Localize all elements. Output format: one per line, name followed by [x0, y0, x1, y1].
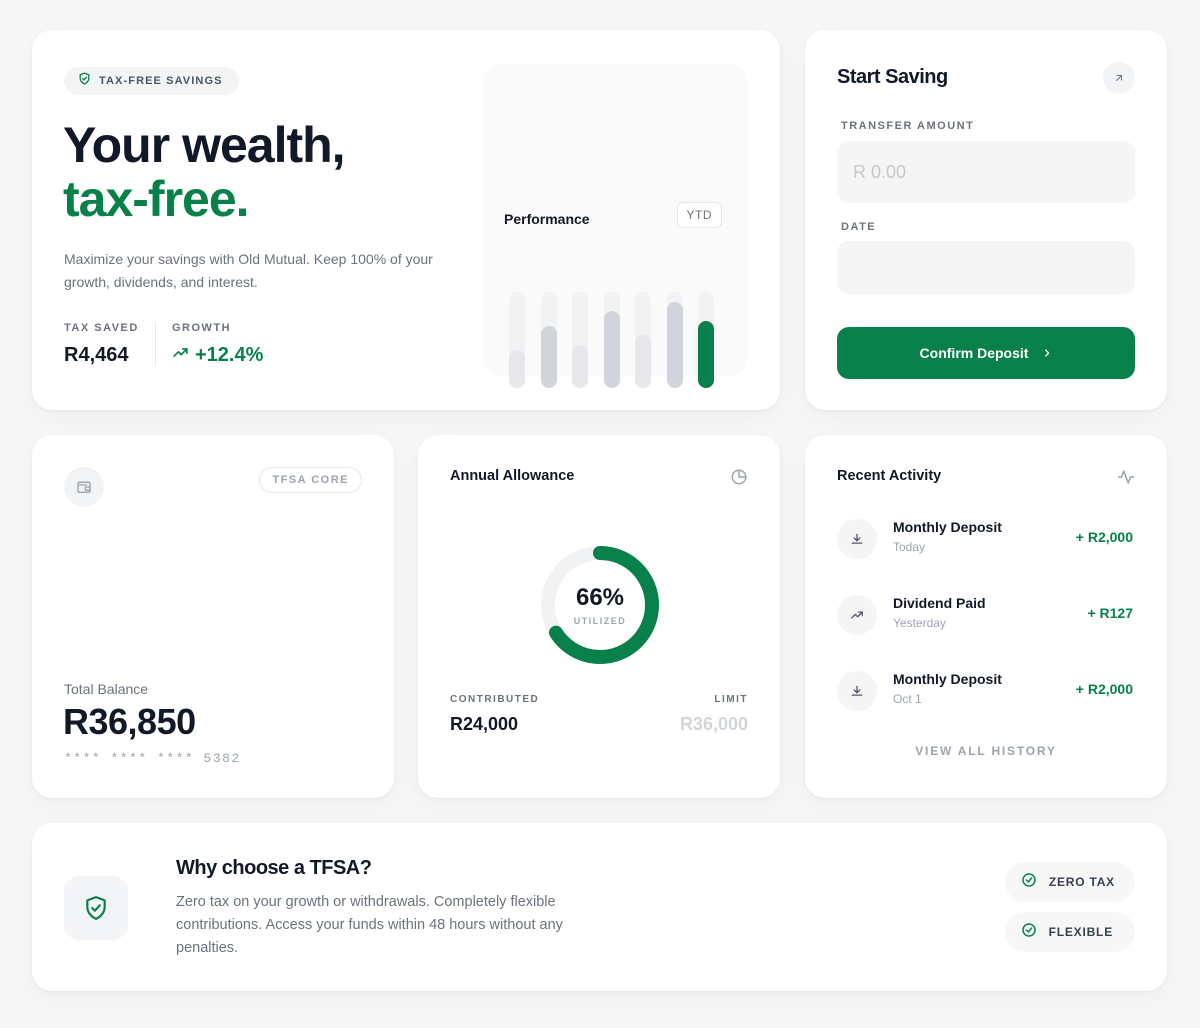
activity-amount: + R2,000 — [1075, 529, 1133, 545]
performance-bar-track — [540, 292, 557, 388]
activity-amount: + R127 — [1087, 605, 1133, 621]
tax-free-badge: TAX-FREE SAVINGS — [64, 67, 239, 95]
activity-title: Dividend Paid — [893, 595, 986, 611]
performance-title: Performance — [504, 211, 590, 227]
badge-label: TAX-FREE SAVINGS — [99, 75, 223, 87]
limit-label: LIMIT — [714, 694, 748, 705]
confirm-deposit-label: Confirm Deposit — [919, 345, 1029, 361]
donut-center: 66% UTILIZED — [538, 543, 662, 667]
check-circle-icon — [1021, 922, 1037, 943]
activity-item[interactable]: Dividend Paid Yesterday + R127 — [837, 593, 1135, 637]
start-saving-card: Start Saving TRANSFER AMOUNT DATE Confir… — [805, 30, 1167, 410]
activity-pulse-icon — [1117, 468, 1135, 491]
view-all-history-link[interactable]: VIEW ALL HISTORY — [805, 744, 1167, 758]
why-tfsa-card: Why choose a TFSA? Zero tax on your grow… — [32, 823, 1167, 991]
why-tfsa-description: Zero tax on your growth or withdrawals. … — [176, 894, 563, 956]
performance-bar-track — [572, 292, 588, 388]
growth-value-row: +12.4% — [172, 344, 263, 367]
check-circle-icon — [1021, 872, 1037, 893]
stat-divider — [155, 322, 156, 366]
period-selector[interactable]: YTD — [676, 202, 722, 228]
activity-date: Today — [893, 540, 926, 554]
performance-bar-track — [509, 292, 525, 388]
activity-item[interactable]: Monthly Deposit Oct 1 + R2,000 — [837, 669, 1135, 713]
performance-bar-track — [698, 292, 714, 388]
activity-amount: + R2,000 — [1075, 681, 1133, 697]
performance-bar — [635, 335, 651, 388]
hero-title: Your wealth, tax-free. — [63, 117, 346, 227]
performance-bar — [603, 311, 620, 388]
transfer-amount-field[interactable] — [837, 141, 1135, 203]
contributed-value: R24,000 — [450, 714, 519, 734]
date-input[interactable] — [837, 241, 1135, 294]
tax-saved-value: R4,464 — [64, 344, 129, 366]
utilized-percent: 66% — [575, 584, 625, 611]
trending-up-icon — [837, 595, 877, 635]
performance-bar — [572, 345, 588, 388]
account-type-badge: TFSA CORE — [259, 467, 362, 493]
performance-bar — [666, 302, 683, 388]
growth-stat: GROWTH +12.4% — [172, 322, 263, 367]
hero-title-line1: Your wealth, — [63, 117, 346, 173]
recent-activity-title: Recent Activity — [837, 468, 942, 484]
hero-card: TAX-FREE SAVINGS Your wealth, tax-free. … — [32, 30, 780, 410]
date-field[interactable] — [837, 241, 1135, 294]
tax-saved-stat: TAX SAVED R4,464 — [64, 322, 139, 367]
trending-up-icon — [172, 344, 189, 367]
shield-check-icon — [78, 72, 91, 90]
wallet-icon — [64, 467, 104, 507]
performance-panel: Performance YTD — [482, 64, 748, 388]
transfer-amount-label: TRANSFER AMOUNT — [841, 120, 975, 132]
tag-label: ZERO TAX — [1048, 875, 1115, 889]
activity-title: Monthly Deposit — [893, 519, 1002, 535]
total-balance-label: Total Balance — [64, 681, 149, 697]
performance-bar — [509, 350, 525, 388]
hero-description: Maximize your savings with Old Mutual. K… — [64, 251, 433, 290]
shield-check-icon — [64, 876, 128, 940]
tax-saved-label: TAX SAVED — [64, 322, 139, 334]
performance-bar — [540, 326, 557, 388]
total-balance-value: R36,850 — [63, 701, 196, 742]
performance-bar — [698, 321, 714, 388]
growth-label: GROWTH — [172, 322, 232, 334]
annual-allowance-card: Annual Allowance 66% UTILIZED CONTRIBUTE… — [418, 435, 780, 798]
activity-date: Oct 1 — [893, 692, 922, 706]
utilized-label: UTILIZED — [573, 616, 627, 626]
flexible-tag: FLEXIBLE — [1004, 912, 1135, 952]
contributed-label: CONTRIBUTED — [450, 694, 540, 705]
start-saving-title: Start Saving — [837, 66, 948, 88]
hero-title-line2: tax-free. — [63, 171, 250, 227]
date-label: DATE — [841, 221, 877, 233]
chevron-right-icon — [1042, 345, 1052, 361]
arrow-up-right-icon[interactable] — [1103, 62, 1135, 94]
download-icon — [837, 671, 877, 711]
balance-card: TFSA CORE Total Balance R36,850 **** ***… — [32, 435, 394, 798]
performance-bar-track — [635, 292, 651, 388]
transfer-amount-input[interactable] — [837, 141, 1135, 203]
annual-allowance-title: Annual Allowance — [450, 468, 575, 484]
card-number: **** **** **** 5382 — [64, 751, 241, 766]
pie-chart-icon[interactable] — [730, 468, 748, 491]
download-icon — [837, 519, 877, 559]
activity-date: Yesterday — [893, 616, 946, 630]
confirm-deposit-button[interactable]: Confirm Deposit — [837, 327, 1135, 379]
performance-bar-track — [603, 292, 620, 388]
growth-value: +12.4% — [195, 344, 264, 366]
why-tfsa-title: Why choose a TFSA? — [176, 857, 372, 879]
recent-activity-card: Recent Activity Monthly Deposit Today + … — [805, 435, 1167, 798]
tag-label: FLEXIBLE — [1048, 925, 1113, 939]
activity-title: Monthly Deposit — [893, 671, 1002, 687]
limit-value: R36,000 — [679, 714, 748, 734]
activity-item[interactable]: Monthly Deposit Today + R2,000 — [837, 517, 1135, 561]
performance-bar-track — [666, 292, 683, 388]
zero-tax-tag: ZERO TAX — [1004, 862, 1135, 902]
